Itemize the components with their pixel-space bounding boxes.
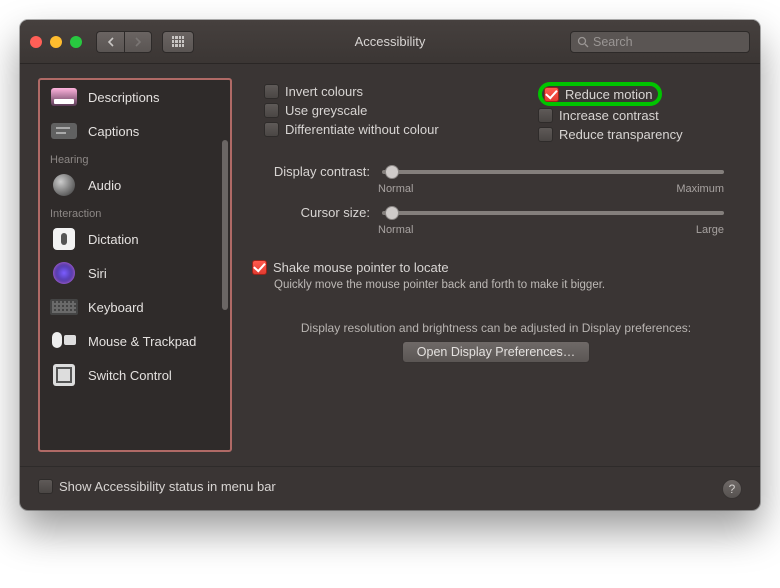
display-contrast-slider-row: Display contrast: [250,164,728,179]
search-icon [577,36,589,48]
titlebar: Accessibility Search [20,20,760,64]
sidebar-item-label: Siri [88,266,107,281]
speaker-icon [53,174,75,196]
checkbox-label: Invert colours [285,84,363,99]
display-prefs-note: Display resolution and brightness can be… [250,321,742,363]
checkbox-label: Shake mouse pointer to locate [273,260,449,275]
main-panel: Invert colours Use greyscale Differentia… [250,78,742,452]
checkbox-icon [538,108,553,123]
slider-min-label: Normal [378,224,413,236]
checkbox-icon [264,122,279,137]
checkbox-reduce-motion[interactable]: Reduce motion [544,85,652,104]
checkbox-icon [544,87,559,102]
content: Descriptions Captions Hearing Audio Inte… [20,64,760,466]
descriptions-icon [51,88,77,106]
checkbox-show-status-menu-bar[interactable]: Show Accessibility status in menu bar [38,477,276,496]
checkbox-icon [264,84,279,99]
checkbox-label: Differentiate without colour [285,122,439,137]
display-contrast-slider[interactable] [382,170,724,174]
cursor-size-label: Cursor size: [250,205,370,220]
window-title: Accessibility [355,34,426,49]
cursor-size-slider-row: Cursor size: [250,205,728,220]
checkbox-label: Show Accessibility status in menu bar [59,479,276,494]
show-all-button[interactable] [162,31,194,53]
chevron-left-icon [107,37,115,47]
sidebar-item-label: Mouse & Trackpad [88,334,196,349]
sidebar-item-captions[interactable]: Captions [40,114,230,148]
checkbox-icon [264,103,279,118]
open-display-preferences-button[interactable]: Open Display Preferences… [402,341,590,363]
siri-icon [53,262,75,284]
keyboard-icon [50,299,78,315]
search-input[interactable]: Search [570,31,750,53]
sidebar-item-keyboard[interactable]: Keyboard [40,290,230,324]
sidebar-category-hearing: Hearing [40,148,230,168]
slider-thumb[interactable] [385,165,399,179]
sidebar-item-label: Keyboard [88,300,144,315]
sidebar-item-label: Audio [88,178,121,193]
checkbox-icon [252,260,267,275]
display-prefs-text: Display resolution and brightness can be… [250,321,742,335]
grid-icon [172,36,184,48]
display-contrast-label: Display contrast: [250,164,370,179]
display-contrast-captions: Normal Maximum [378,183,724,195]
mouse-trackpad-icon [52,332,76,350]
cursor-size-slider[interactable] [382,211,724,215]
cursor-size-captions: Normal Large [378,224,724,236]
zoom-window-button[interactable] [70,36,82,48]
sidebar-item-mouse-trackpad[interactable]: Mouse & Trackpad [40,324,230,358]
checkbox-label: Reduce transparency [559,127,683,142]
nav-buttons [96,31,152,53]
sidebar: Descriptions Captions Hearing Audio Inte… [38,78,232,452]
back-button[interactable] [96,31,124,53]
accessibility-preferences-window: Accessibility Search Descriptions Captio… [20,20,760,510]
window-controls [30,36,82,48]
checkbox-icon [38,479,53,494]
microphone-icon [53,228,75,250]
checkbox-label: Use greyscale [285,103,367,118]
checkbox-label: Increase contrast [559,108,659,123]
checkbox-increase-contrast[interactable]: Increase contrast [538,106,728,125]
slider-min-label: Normal [378,183,413,195]
sidebar-item-descriptions[interactable]: Descriptions [40,80,230,114]
checkbox-use-greyscale[interactable]: Use greyscale [264,101,508,120]
sidebar-item-label: Dictation [88,232,139,247]
chevron-right-icon [134,37,142,47]
checkbox-reduce-transparency[interactable]: Reduce transparency [538,125,728,144]
sidebar-item-label: Switch Control [88,368,172,383]
checkbox-icon [538,127,553,142]
captions-icon [51,123,77,139]
checkbox-invert-colours[interactable]: Invert colours [264,82,508,101]
sidebar-scrollbar[interactable] [222,140,228,310]
reduce-motion-highlight: Reduce motion [538,82,662,106]
sidebar-item-dictation[interactable]: Dictation [40,222,230,256]
minimize-window-button[interactable] [50,36,62,48]
slider-max-label: Large [696,224,724,236]
forward-button[interactable] [124,31,152,53]
switch-control-icon [53,364,75,386]
sidebar-item-label: Descriptions [88,90,160,105]
search-placeholder: Search [593,35,633,49]
sidebar-item-switch-control[interactable]: Switch Control [40,358,230,392]
sidebar-item-label: Captions [88,124,139,139]
slider-max-label: Maximum [676,183,724,195]
shake-mouse-description: Quickly move the mouse pointer back and … [274,279,740,291]
sidebar-item-audio[interactable]: Audio [40,168,230,202]
checkbox-label: Reduce motion [565,87,652,102]
footer: Show Accessibility status in menu bar ? [20,466,760,510]
sidebar-category-interaction: Interaction [40,202,230,222]
help-button[interactable]: ? [722,479,742,499]
close-window-button[interactable] [30,36,42,48]
checkbox-shake-mouse[interactable]: Shake mouse pointer to locate [252,258,740,277]
checkbox-differentiate-without-colour[interactable]: Differentiate without colour [264,120,508,139]
slider-thumb[interactable] [385,206,399,220]
sidebar-item-siri[interactable]: Siri [40,256,230,290]
